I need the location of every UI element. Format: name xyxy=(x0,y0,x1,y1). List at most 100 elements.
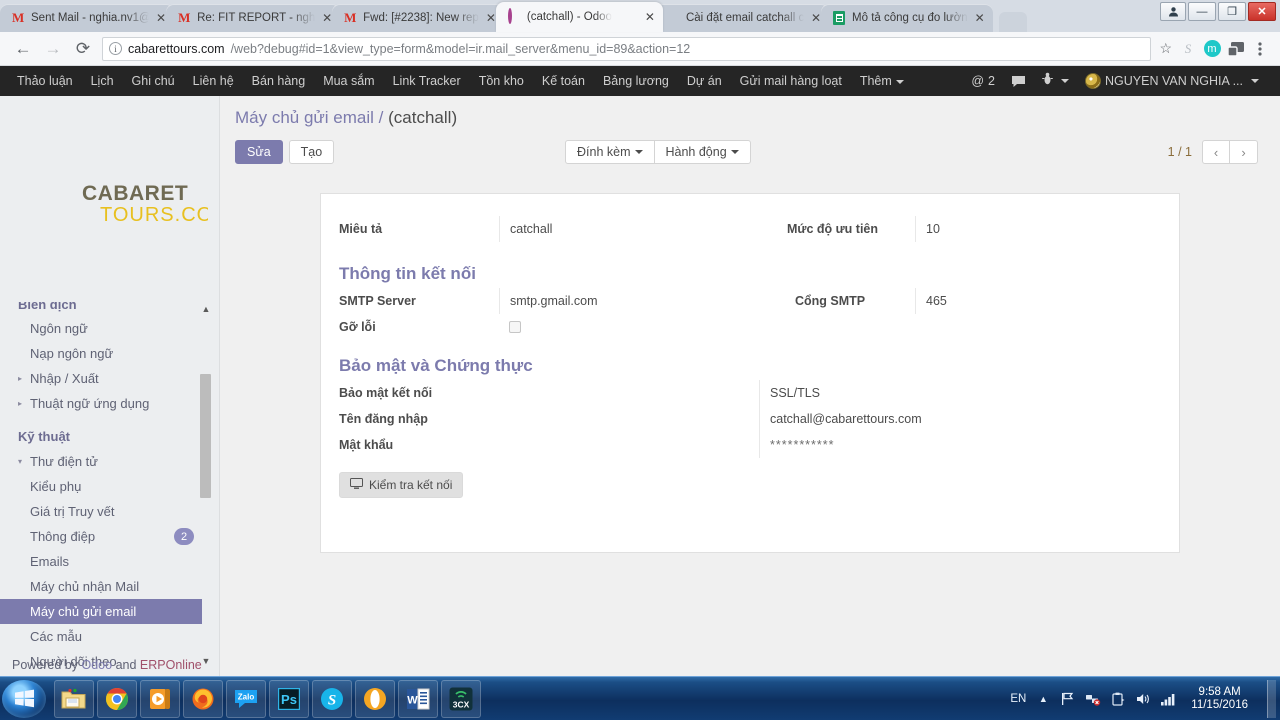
sidebar-item-ngon-ngu[interactable]: Ngôn ngữ xyxy=(0,316,219,341)
tab-close-icon[interactable]: ✕ xyxy=(486,12,496,24)
menu-item-ghi-chu[interactable]: Ghi chú xyxy=(123,66,184,96)
window-user-icon[interactable] xyxy=(1160,2,1186,21)
m-extension-icon[interactable]: m xyxy=(1200,37,1224,61)
sidebar-item-emails[interactable]: Emails xyxy=(0,549,219,574)
sidebar-item-kieu-phu[interactable]: Kiểu phụ xyxy=(0,474,219,499)
menu-item-ke-toan[interactable]: Kế toán xyxy=(533,66,594,96)
create-button[interactable]: Tạo xyxy=(288,140,335,164)
sidebar-item-may-chu-nhan-mail[interactable]: Máy chủ nhận Mail xyxy=(0,574,219,599)
scrollbar-thumb[interactable] xyxy=(200,374,211,498)
menu-item-gui-mail-hang-loat[interactable]: Gửi mail hàng loạt xyxy=(731,66,851,96)
window-minimize-button[interactable]: — xyxy=(1188,2,1216,21)
menu-item-lien-he[interactable]: Liên hệ xyxy=(184,66,243,96)
smtp-port-value[interactable]: 465 xyxy=(915,288,1161,314)
menu-item-lich[interactable]: Lịch xyxy=(82,66,123,96)
breadcrumb-parent[interactable]: Máy chủ gửi email xyxy=(235,108,374,127)
bookmark-star-icon[interactable]: ☆ xyxy=(1159,40,1172,57)
tab-close-icon[interactable]: ✕ xyxy=(811,12,821,24)
username-value[interactable]: catchall@cabarettours.com xyxy=(759,406,1161,432)
reload-button[interactable]: ⟳ xyxy=(68,34,98,64)
tray-signal-icon[interactable] xyxy=(1160,691,1176,707)
smtp-server-value[interactable]: smtp.gmail.com xyxy=(499,288,750,314)
browser-tab[interactable]: Mô tả công cụ đo lườn ✕ xyxy=(821,4,993,32)
show-desktop-button[interactable] xyxy=(1267,679,1276,718)
skype-extension-icon[interactable]: S xyxy=(1176,37,1200,61)
address-bar[interactable]: i cabarettours.com /web?debug#id=1&view_… xyxy=(102,36,1152,61)
firefox-icon[interactable] xyxy=(183,679,223,718)
tab-close-icon[interactable]: ✕ xyxy=(156,12,166,24)
action-dropdown[interactable]: Hành động xyxy=(654,140,751,164)
tray-language[interactable]: EN xyxy=(1010,693,1026,705)
test-connection-button[interactable]: Kiểm tra kết nối xyxy=(339,472,464,498)
attachment-dropdown[interactable]: Đính kèm xyxy=(565,140,655,164)
menu-item-mua-sam[interactable]: Mua sắm xyxy=(314,66,383,96)
description-value[interactable]: catchall xyxy=(499,216,750,242)
word-icon[interactable]: W xyxy=(398,679,438,718)
chat-icon[interactable] xyxy=(1004,75,1033,88)
previous-record-button[interactable]: ‹ xyxy=(1202,140,1230,164)
scroll-down-icon[interactable]: ▼ xyxy=(201,656,211,666)
back-button[interactable]: ← xyxy=(8,34,38,64)
tab-close-icon[interactable]: ✕ xyxy=(645,11,655,23)
priority-value[interactable]: 10 xyxy=(915,216,1161,242)
cast-extension-icon[interactable] xyxy=(1224,37,1248,61)
tray-volume-icon[interactable] xyxy=(1135,691,1151,707)
tab-close-icon[interactable]: ✕ xyxy=(975,12,985,24)
connection-security-value[interactable]: SSL/TLS xyxy=(759,380,1161,406)
tray-clipboard-icon[interactable] xyxy=(1110,691,1126,707)
photoshop-icon[interactable]: Ps xyxy=(269,679,309,718)
window-close-button[interactable]: ✕ xyxy=(1248,2,1276,21)
edit-button[interactable]: Sửa xyxy=(235,140,283,164)
sidebar-item-thuat-ngu-ung-dung[interactable]: ▸ Thuật ngữ ứng dụng xyxy=(0,391,219,416)
user-menu[interactable]: NGUYEN VAN NGHIA ... xyxy=(1078,66,1266,96)
sidebar-item-thu-dien-tu[interactable]: ▾ Thư điện tử xyxy=(0,449,219,474)
menu-item-bang-luong[interactable]: Bảng lương xyxy=(594,66,678,96)
sidebar-item-gia-tri-truy-vet[interactable]: Giá trị Truy vết xyxy=(0,499,219,524)
menu-item-them[interactable]: Thêm xyxy=(851,66,913,96)
explorer-icon[interactable] xyxy=(54,679,94,718)
sidebar-item-thong-diep[interactable]: Thông điệp 2 xyxy=(0,524,219,549)
zalo-icon[interactable]: Zalo xyxy=(226,679,266,718)
sidebar-scrollbar[interactable]: ▲ ▼ xyxy=(199,302,213,668)
menu-item-thao-luan[interactable]: Thảo luận xyxy=(8,66,82,96)
sidebar-item-bien-dich[interactable]: Biên dịch xyxy=(0,302,219,316)
sidebar-item-cac-mau[interactable]: Các mẫu xyxy=(0,624,219,649)
next-record-button[interactable]: › xyxy=(1230,140,1258,164)
menu-item-ton-kho[interactable]: Tồn kho xyxy=(470,66,533,96)
sidebar-item-nhap-xuat[interactable]: ▸ Nhập / Xuất xyxy=(0,366,219,391)
browser-tab-active[interactable]: (catchall) - Odoo ✕ xyxy=(495,2,663,32)
browser-tab[interactable]: M Sent Mail - nghia.nv1@ ✕ xyxy=(0,4,175,32)
start-button[interactable] xyxy=(2,679,46,718)
odoo-link[interactable]: Odoo xyxy=(82,658,113,672)
tab-title: Fwd: [#2238]: New rep xyxy=(363,12,479,24)
browser-tab[interactable]: Cài đặt email catchall c ✕ xyxy=(654,4,830,32)
password-value[interactable]: *********** xyxy=(759,432,1161,458)
menu-item-link-tracker[interactable]: Link Tracker xyxy=(384,66,470,96)
erponline-link[interactable]: ERPOnline xyxy=(140,658,202,672)
debug-menu[interactable] xyxy=(1035,66,1076,96)
mentions-indicator[interactable]: @ 2 xyxy=(964,66,1002,96)
menu-item-du-an[interactable]: Dự án xyxy=(678,66,731,96)
skype-icon[interactable]: S xyxy=(312,679,352,718)
tray-flag-icon[interactable] xyxy=(1060,691,1076,707)
taskbar-clock[interactable]: 9:58 AM 11/15/2016 xyxy=(1185,686,1254,712)
debug-checkbox[interactable] xyxy=(509,321,521,333)
sidebar-item-may-chu-gui-email[interactable]: Máy chủ gửi email xyxy=(0,599,202,624)
menu-item-ban-hang[interactable]: Bán hàng xyxy=(243,66,315,96)
tray-expand-icon[interactable]: ▲ xyxy=(1035,691,1051,707)
browser-tab[interactable]: M Fwd: [#2238]: New rep ✕ xyxy=(332,4,504,32)
3cx-icon[interactable]: 3CX xyxy=(441,679,481,718)
scroll-up-icon[interactable]: ▲ xyxy=(201,304,211,314)
chrome-menu-button[interactable] xyxy=(1248,37,1272,61)
opera-icon[interactable] xyxy=(355,679,395,718)
media-player-icon[interactable] xyxy=(140,679,180,718)
window-maximize-button[interactable]: ❐ xyxy=(1218,2,1246,21)
browser-tab[interactable]: M Re: FIT REPORT - nghia ✕ xyxy=(166,4,341,32)
site-info-icon[interactable]: i xyxy=(109,42,122,55)
tab-close-icon[interactable]: ✕ xyxy=(322,12,332,24)
forward-button[interactable]: → xyxy=(38,34,68,64)
chrome-icon[interactable] xyxy=(97,679,137,718)
sidebar-item-nap-ngon-ngu[interactable]: Nạp ngôn ngữ xyxy=(0,341,219,366)
tray-network-error-icon[interactable] xyxy=(1085,691,1101,707)
new-tab-button[interactable] xyxy=(998,12,1027,32)
